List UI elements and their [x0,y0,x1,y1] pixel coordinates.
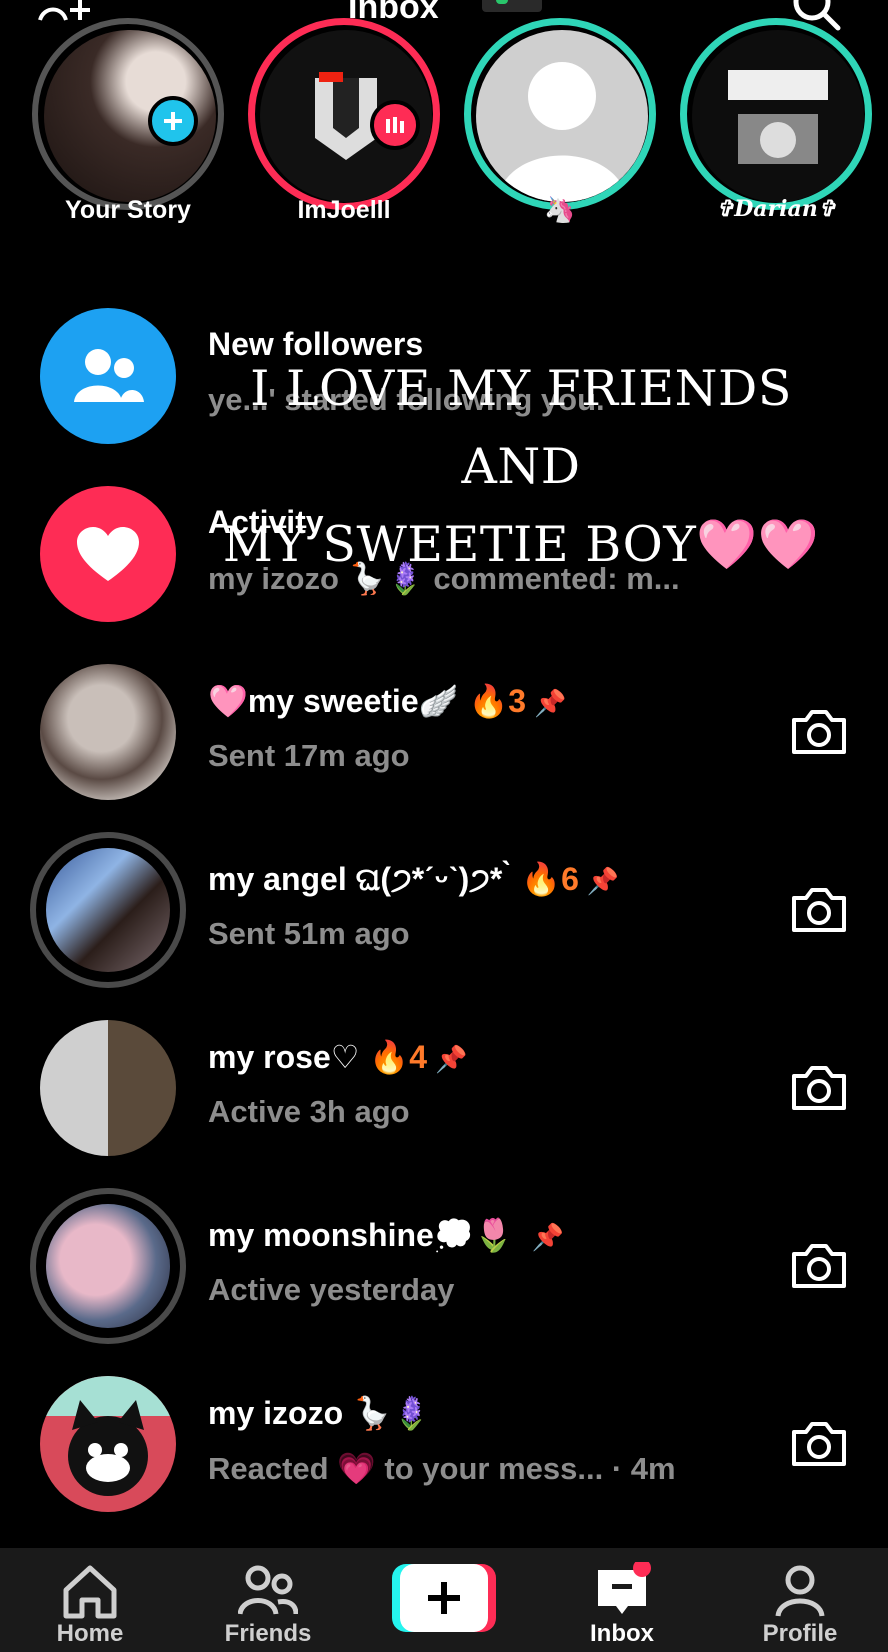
stories-row: Your Story ImJoelll 🦄 ✞Darian✞ [0,18,888,234]
chat-status: Reacted 💗 to your mess... · 4m [208,1451,676,1486]
story-label: ✞Darian✞ [715,196,837,222]
camera-icon[interactable] [790,1420,848,1468]
avatar [30,1188,186,1344]
overlay-caption: I LOVE MY FRIENDS AND MY SWEETIE BOY🩷🩷 [196,350,846,584]
camera-icon[interactable] [790,1242,848,1290]
nav-label: Profile [762,1620,838,1647]
avatar [30,832,186,988]
story-ring [680,18,872,210]
friends-icon [238,1565,298,1615]
pin-icon: 📌 [586,866,620,896]
avatar [692,30,864,202]
camera-icon[interactable] [790,708,848,756]
nav-profile[interactable]: Profile [730,1562,870,1648]
avatar [40,664,176,800]
inbox-icon [598,1562,651,1614]
streak-badge: 🔥3 [468,683,527,719]
chat-status: Sent 51m ago [208,916,410,951]
home-icon [63,1565,117,1619]
chat-status: Active 3h ago [208,1094,410,1129]
bottom-nav: Home Friends Inbox Profile [0,1548,888,1652]
nav-label: Home [56,1620,124,1647]
streak-badge: 🔥4 [369,1039,428,1075]
nav-inbox[interactable]: Inbox [552,1562,692,1648]
chat-name: 🩷my sweetie🪽 🔥3 📌 [208,683,567,719]
profile-icon [775,1565,825,1617]
heart-icon [40,486,176,622]
camera-icon[interactable] [790,1064,848,1112]
chat-row-rose[interactable]: my rose♡ 🔥4 📌 Active 3h ago [0,1002,888,1162]
add-friend-icon[interactable] [36,0,96,22]
chat-status: Sent 17m ago [208,738,410,773]
chat-name: my angel ଘ(੭*ˊᵕˋ)੭* ̀ 🔥6 📌 [208,861,620,897]
nav-label: Inbox [590,1620,654,1647]
camera-icon[interactable] [790,886,848,934]
caption-line-2: MY SWEETIE BOY🩷🩷 [222,516,820,573]
pin-icon: 📌 [435,1044,468,1074]
create-button[interactable] [392,1564,496,1632]
chat-name: my izozo 🪿🪻 [208,1395,432,1431]
avatar [40,1376,176,1512]
chat-row-angel[interactable]: my angel ଘ(੭*ˊᵕˋ)੭* ̀ 🔥6 📌 Sent 51m ago [0,824,888,988]
caption-line-1: I LOVE MY FRIENDS AND [250,360,792,495]
story-ring [464,18,656,210]
pin-icon: 📌 [531,1222,564,1252]
chat-row-izozo[interactable]: my izozo 🪿🪻 Reacted 💗 to your mess... · … [0,1358,888,1518]
default-avatar-icon [476,30,648,202]
story-darian[interactable]: ✞Darian✞ [676,18,876,234]
nav-label: Friends [224,1620,312,1647]
chat-name: my moonshine💭🌷 📌 [208,1217,564,1253]
chat-row-moonshine[interactable]: my moonshine💭🌷 📌 Active yesterday [0,1180,888,1344]
streak-badge: 🔥6 [521,861,579,897]
nav-home[interactable]: Home [20,1562,160,1648]
add-story-icon[interactable] [148,96,198,146]
pin-icon: 📌 [534,688,567,718]
online-status-badge[interactable] [482,0,542,12]
live-bars-icon [370,100,420,150]
followers-icon [40,308,176,444]
story-unicorn[interactable]: 🦄 [460,18,660,234]
chat-name: my rose♡ 🔥4 📌 [208,1039,468,1075]
chat-row-sweetie[interactable]: 🩷my sweetie🪽 🔥3 📌 Sent 17m ago [0,646,888,806]
story-label: ImJoelll [297,196,391,224]
story-label: Your Story [65,196,191,224]
chat-status: Active yesterday [208,1272,455,1307]
nav-friends[interactable]: Friends [198,1562,338,1648]
story-label: 🦄 [544,196,576,224]
story-your-story[interactable]: Your Story [28,18,228,234]
avatar [40,1020,176,1156]
story-imjoelll[interactable]: ImJoelll [244,18,444,234]
